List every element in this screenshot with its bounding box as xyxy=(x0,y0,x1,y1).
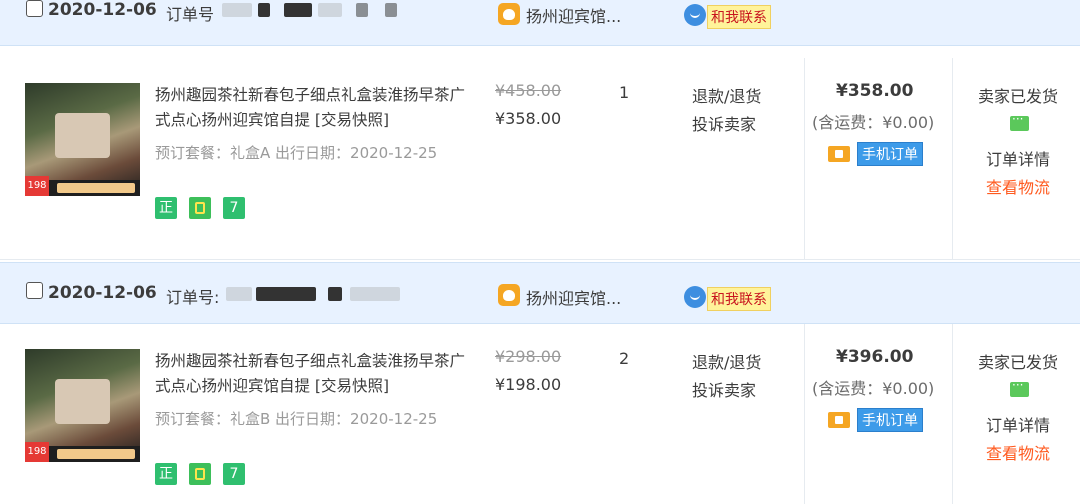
gift-box-graphic xyxy=(55,379,110,424)
phone-badge-icon xyxy=(189,463,211,485)
unit-price: ¥198.00 xyxy=(495,375,562,394)
complain-seller-link[interactable]: 投诉卖家 xyxy=(692,377,756,401)
order-header: 2020-12-06 订单号: 扬州迎宾馆... 和我联系 xyxy=(0,262,1080,324)
message-icon[interactable] xyxy=(1010,112,1029,131)
chat-bubble-icon[interactable] xyxy=(684,286,706,308)
order-date: 2020-12-06 xyxy=(48,0,157,20)
divider xyxy=(804,58,805,259)
original-price: ¥458.00 xyxy=(495,81,562,100)
refund-return-link[interactable]: 退款/退货 xyxy=(692,349,761,373)
mobile-order-badge: 手机订单 xyxy=(857,142,923,166)
original-price: ¥298.00 xyxy=(495,347,562,366)
redacted-order-number xyxy=(350,287,400,301)
redacted-order-number xyxy=(256,287,316,301)
shipping-fee: (含运费：¥0.00) xyxy=(812,379,935,398)
refund-return-link[interactable]: 退款/退货 xyxy=(692,83,761,107)
order-select-checkbox[interactable] xyxy=(26,282,43,299)
complain-seller-link[interactable]: 投诉卖家 xyxy=(692,111,756,135)
quantity: 2 xyxy=(619,349,630,368)
shop-name-link[interactable]: 扬州迎宾馆... xyxy=(526,285,621,309)
product-meta: 预订套餐：礼盒B 出行日期：2020-12-25 xyxy=(155,410,438,428)
order-select-checkbox[interactable] xyxy=(26,0,43,17)
product-title-link[interactable]: 扬州趣园茶社新春包子细点礼盒装淮扬早茶广式点心扬州迎宾馆自提 [交易快照] xyxy=(155,83,475,133)
view-logistics-link[interactable]: 查看物流 xyxy=(986,174,1050,198)
quantity: 1 xyxy=(619,83,630,102)
order-detail-link[interactable]: 订单详情 xyxy=(986,146,1050,170)
seven-day-return-icon: 7 xyxy=(223,463,245,485)
thumb-price-tag: 198 xyxy=(25,176,49,196)
order-status: 卖家已发货 xyxy=(978,87,1059,106)
product-meta: 预订套餐：礼盒A 出行日期：2020-12-25 xyxy=(155,144,438,162)
thumb-promo-strip xyxy=(57,449,135,459)
product-thumbnail[interactable]: 198 xyxy=(25,349,140,462)
order-header: 2020-12-06 订单号 扬州迎宾馆... 和我联系 xyxy=(0,0,1080,46)
divider xyxy=(952,324,953,504)
card-icon xyxy=(828,412,850,428)
message-icon[interactable] xyxy=(1010,378,1029,397)
redacted-order-number xyxy=(284,3,312,17)
order-body: 198 扬州趣园茶社新春包子细点礼盒装淮扬早茶广式点心扬州迎宾馆自提 [交易快照… xyxy=(0,58,1080,260)
genuine-badge-icon: 正 xyxy=(155,197,177,219)
thumb-price-tag: 198 xyxy=(25,442,49,462)
shop-icon xyxy=(498,3,520,25)
card-icon xyxy=(828,146,850,162)
divider xyxy=(952,58,953,259)
divider xyxy=(804,324,805,504)
redacted-order-number xyxy=(226,287,252,301)
chat-bubble-icon[interactable] xyxy=(684,4,706,26)
order-body: 198 扬州趣园茶社新春包子细点礼盒装淮扬早茶广式点心扬州迎宾馆自提 [交易快照… xyxy=(0,324,1080,504)
order-status: 卖家已发货 xyxy=(978,353,1059,372)
mobile-order-badge: 手机订单 xyxy=(857,408,923,432)
seven-day-return-icon: 7 xyxy=(223,197,245,219)
thumb-promo-strip xyxy=(57,183,135,193)
order-total: ¥396.00 xyxy=(836,347,914,367)
unit-price: ¥358.00 xyxy=(495,109,562,128)
redacted-order-number xyxy=(318,3,342,17)
contact-seller-button[interactable]: 和我联系 xyxy=(707,287,771,311)
order-date: 2020-12-06 xyxy=(48,283,157,303)
gift-box-graphic xyxy=(55,113,110,158)
redacted-order-number xyxy=(356,3,368,17)
contact-seller-button[interactable]: 和我联系 xyxy=(707,5,771,29)
shop-icon xyxy=(498,284,520,306)
product-title-link[interactable]: 扬州趣园茶社新春包子细点礼盒装淮扬早茶广式点心扬州迎宾馆自提 [交易快照] xyxy=(155,349,475,399)
shipping-fee: (含运费：¥0.00) xyxy=(812,113,935,132)
shop-name-link[interactable]: 扬州迎宾馆... xyxy=(526,3,621,27)
redacted-order-number xyxy=(258,3,270,17)
redacted-order-number xyxy=(385,3,397,17)
genuine-badge-icon: 正 xyxy=(155,463,177,485)
view-logistics-link[interactable]: 查看物流 xyxy=(986,440,1050,464)
product-thumbnail[interactable]: 198 xyxy=(25,83,140,196)
order-detail-link[interactable]: 订单详情 xyxy=(986,412,1050,436)
order-number-label: 订单号 xyxy=(166,5,215,24)
redacted-order-number xyxy=(222,3,252,17)
redacted-order-number xyxy=(328,287,342,301)
order-total: ¥358.00 xyxy=(836,81,914,101)
order-number-label: 订单号: xyxy=(166,288,220,307)
phone-badge-icon xyxy=(189,197,211,219)
